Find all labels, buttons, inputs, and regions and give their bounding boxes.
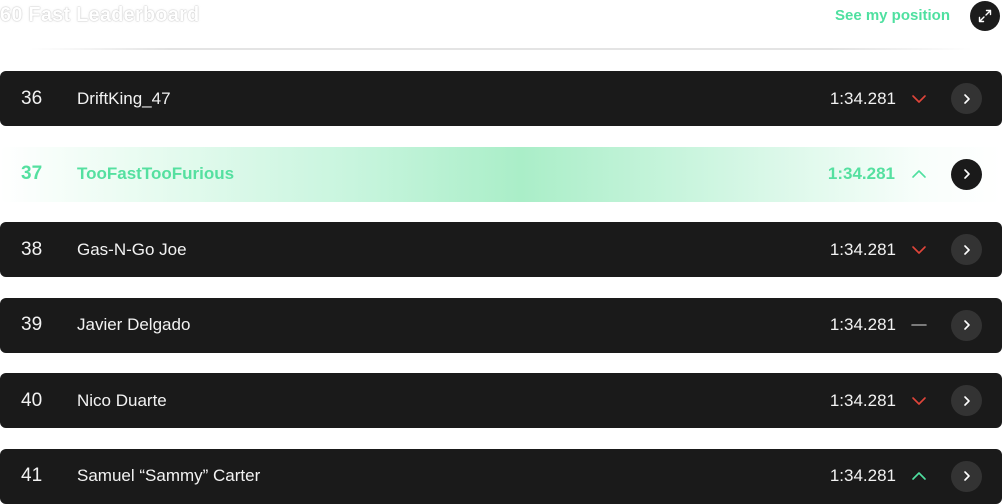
leaderboard-row[interactable]: 36 DriftKing_47 1:34.281 [0,71,1002,126]
lap-time: 1:34.281 [829,390,896,410]
rank-number: 36 [21,87,43,109]
leaderboard-row[interactable]: 38 Gas-N-Go Joe 1:34.281 [0,222,1002,277]
chevron-right-icon [962,244,972,256]
leaderboard-title: 60 Fast Leaderboard [0,4,200,26]
leaderboard-row-current-user[interactable]: 37 TooFastTooFurious 1:34.281 [0,146,1002,202]
row-details-button[interactable] [951,83,982,114]
expand-icon [977,8,993,24]
leaderboard-page: 60 Fast Leaderboard See my position 36 Dr… [0,0,1002,504]
chevron-right-icon [962,168,972,180]
rank-number: 37 [21,163,43,184]
rank-number: 39 [21,314,43,335]
lap-time: 1:34.281 [827,164,895,183]
leaderboard-row[interactable]: 40 Nico Duarte 1:34.281 [0,373,1002,428]
leaderboard-header: 60 Fast Leaderboard See my position [0,0,1002,34]
chevron-right-icon [962,319,972,331]
lap-time: 1:34.281 [829,315,896,334]
driver-name: Gas-N-Go Joe [77,239,187,259]
header-divider [30,48,972,50]
row-details-button[interactable] [951,385,982,416]
driver-name: TooFastTooFurious [77,164,235,183]
lap-time: 1:34.281 [829,239,896,259]
chevron-right-icon [962,93,972,105]
rank-number: 40 [21,389,43,411]
chevron-down-icon [910,92,928,106]
rank-number: 38 [21,238,43,260]
row-details-button[interactable] [951,158,982,190]
row-details-button[interactable] [951,234,982,265]
chevron-down-icon [910,394,928,408]
row-details-button[interactable] [951,309,982,341]
driver-name: Samuel “Sammy” Carter [77,466,261,485]
leaderboard-list: 36 DriftKing_47 1:34.281 37 TooFastTooFuriou… [0,71,1002,504]
leaderboard-row[interactable]: 39 Javier Delgado 1:34.281 [0,297,1002,353]
chevron-right-icon [962,395,972,407]
driver-name: DriftKing_47 [77,88,171,108]
lap-time: 1:34.281 [829,466,896,485]
row-details-button[interactable] [951,460,982,492]
driver-name: Javier Delgado [77,315,191,334]
lap-time: 1:34.281 [829,88,896,108]
leaderboard-row[interactable]: 41 Samuel “Sammy” Carter 1:34.281 [0,448,1002,504]
chevron-down-icon [910,243,928,257]
chevron-up-icon [910,167,928,181]
driver-name: Nico Duarte [77,390,167,410]
expand-button[interactable] [970,1,1000,31]
chevron-right-icon [962,470,972,482]
see-my-position-link[interactable]: See my position [835,7,950,24]
dash-icon [910,318,928,332]
rank-number: 41 [21,465,43,486]
chevron-up-icon [910,469,928,483]
